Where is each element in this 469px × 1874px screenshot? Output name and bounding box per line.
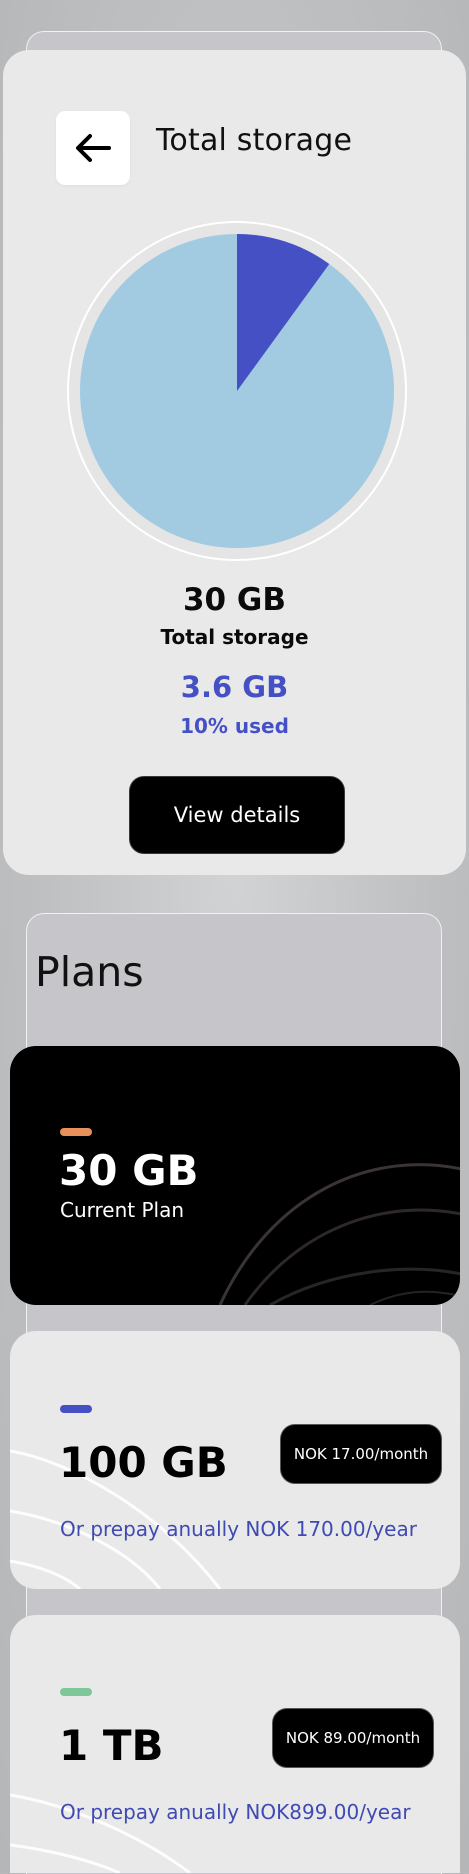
current-plan-label: Current Plan [60, 1198, 185, 1222]
back-button[interactable] [56, 111, 130, 185]
plan-1tb-price-button[interactable]: NOK 89.00/month [272, 1708, 434, 1768]
used-percent-label: 10% used [180, 714, 289, 738]
plan-100gb-prepay-text: Or prepay anually NOK 170.00/year [60, 1517, 417, 1541]
view-details-button[interactable]: View details [129, 776, 345, 854]
used-storage-value: 3.6 GB [180, 670, 289, 704]
total-storage-label: Total storage [160, 625, 309, 649]
plan-100gb-price-button[interactable]: NOK 17.00/month [280, 1424, 442, 1484]
plans-heading: Plans [35, 948, 144, 996]
storage-pie-chart [67, 221, 407, 561]
plan-1tb-prepay-text: Or prepay anually NOK899.00/year [60, 1800, 411, 1824]
page-title: Total storage [156, 123, 353, 158]
current-plan-card[interactable]: 30 GB Current Plan [10, 1046, 460, 1305]
plan-100gb-accent [60, 1405, 92, 1413]
plan-card-100gb[interactable]: 100 GB NOK 17.00/month Or prepay anually… [10, 1331, 460, 1589]
current-plan-accent [60, 1128, 92, 1136]
plan-1tb-accent [60, 1688, 92, 1696]
storage-card: Total storage 30 GB Total storage 3.6 GB… [3, 50, 466, 875]
plan-1tb-size: 1 TB [59, 1721, 164, 1770]
plan-card-1tb[interactable]: 1 TB NOK 89.00/month Or prepay anually N… [10, 1615, 460, 1873]
total-storage-value: 30 GB [182, 582, 286, 618]
arrow-left-icon [76, 134, 111, 162]
plan-100gb-size: 100 GB [59, 1438, 228, 1487]
current-plan-size: 30 GB [59, 1146, 199, 1195]
